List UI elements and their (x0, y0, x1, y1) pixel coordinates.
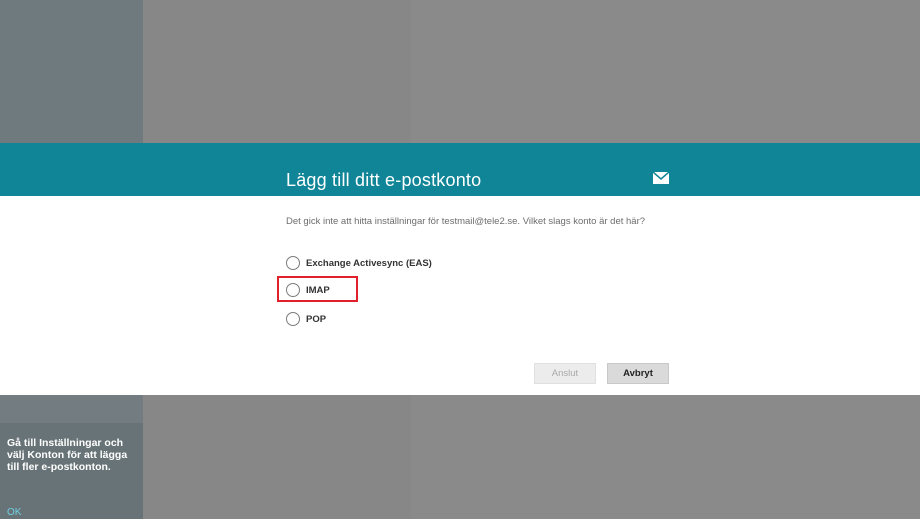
option-exchange[interactable]: Exchange Activesync (EAS) (286, 254, 432, 272)
background-left-strip (0, 395, 143, 423)
connect-button[interactable]: Anslut (534, 363, 596, 384)
dialog-body: Det gick inte att hitta inställningar fö… (0, 196, 920, 395)
cancel-button[interactable]: Avbryt (607, 363, 669, 384)
option-exchange-label: Exchange Activesync (EAS) (306, 257, 432, 269)
dialog-title: Lägg till ditt e-postkonto (286, 170, 482, 190)
dialog-header: Lägg till ditt e-postkonto (0, 143, 920, 196)
imap-highlight-box (277, 276, 358, 302)
radio-exchange[interactable] (286, 256, 300, 270)
option-pop-label: POP (306, 313, 327, 325)
radio-pop[interactable] (286, 312, 300, 326)
accounts-tip-text: Gå till Inställningar och välj Konton fö… (7, 437, 128, 473)
tip-ok-link[interactable]: OK (7, 507, 21, 518)
mail-icon (653, 172, 669, 184)
accounts-tip-panel: Gå till Inställningar och välj Konton fö… (0, 423, 143, 519)
dialog-message: Det gick inte att hitta inställningar fö… (286, 216, 646, 227)
option-pop[interactable]: POP (286, 310, 326, 328)
